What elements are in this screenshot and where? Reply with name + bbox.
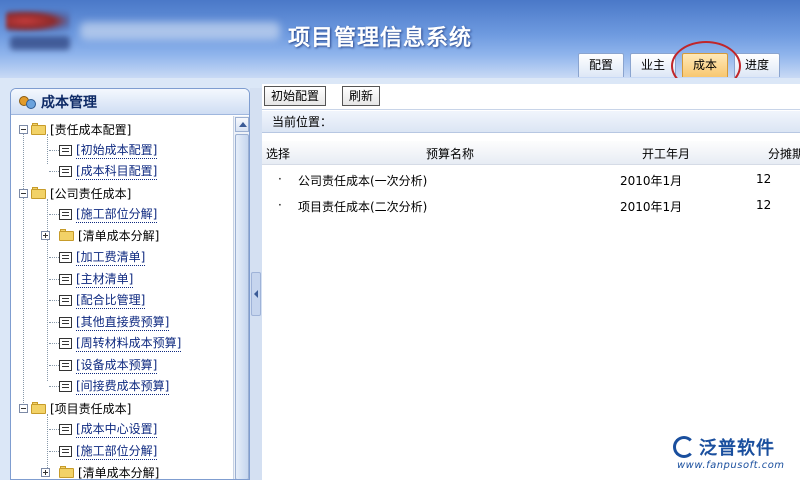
folder-icon xyxy=(31,123,47,135)
tree-item-label[interactable]: [其他直接费预算] xyxy=(76,313,170,331)
initial-config-button[interactable]: 初始配置 xyxy=(264,86,327,106)
sidebar-header: 成本管理 xyxy=(11,89,249,115)
tab-owner[interactable]: 业主 xyxy=(630,53,677,77)
table-row[interactable]: · 项目责任成本(二次分析) 2010年1月 12 xyxy=(262,193,800,219)
table-header: 选择 预算名称 开工年月 分摊期 xyxy=(262,141,800,165)
tree-item-label[interactable]: [主材清单] xyxy=(76,270,134,288)
refresh-button[interactable]: 刷新 xyxy=(342,86,381,106)
tree-item-label[interactable]: [成本科目配置] xyxy=(76,162,158,180)
tree-item-bill-cost-decomposition-2[interactable]: [清单成本分解] xyxy=(41,463,160,480)
start-date-cell: 2010年1月 xyxy=(620,200,683,214)
folder-icon xyxy=(31,187,47,199)
allocation-period-cell: 12 xyxy=(756,172,772,186)
document-icon xyxy=(59,445,72,457)
tree-item-project-responsibility-cost[interactable]: [项目责任成本] xyxy=(19,399,131,417)
scroll-up-arrow-icon[interactable] xyxy=(235,117,249,132)
tree-item-label[interactable]: [施工部位分解] xyxy=(76,205,158,223)
app-header: 项目管理信息系统 配置 业主 成本 进度 xyxy=(0,0,800,78)
fanpu-watermark: 泛普软件 www.fanpusoft.com xyxy=(669,432,800,480)
row-bullet: · xyxy=(278,172,282,186)
company-logo-subtext xyxy=(10,36,70,50)
toolbar: 初始配置 刷新 xyxy=(262,84,800,110)
cost-tree: [责任成本配置] [初始成本配置] [成本科目配置] [公司责任成本] [施工部… xyxy=(11,116,233,480)
sidebar-panel: 成本管理 [责任成本配置] [初始成本配置] [成本科目配置] [公司责任成本]… xyxy=(10,88,250,480)
document-icon xyxy=(59,423,72,435)
column-header-allocation-period[interactable]: 分摊期 xyxy=(768,145,800,162)
scroll-thumb[interactable] xyxy=(235,134,249,479)
document-icon xyxy=(59,165,72,177)
tree-item-turnover-material-cost-budget[interactable]: [周转材料成本预算] xyxy=(59,334,182,352)
tree-item-label: [公司责任成本] xyxy=(50,186,132,201)
sidebar-title: 成本管理 xyxy=(41,94,97,111)
tree-item-indirect-cost-budget[interactable]: [间接费成本预算] xyxy=(59,377,170,395)
tree-item-label[interactable]: [周转材料成本预算] xyxy=(76,334,182,352)
folder-icon xyxy=(31,402,47,414)
document-icon xyxy=(59,316,72,328)
tree-item-construction-part-decomposition-2[interactable]: [施工部位分解] xyxy=(59,442,158,460)
highlight-circle-annotation xyxy=(671,41,741,78)
collapse-icon[interactable] xyxy=(19,124,28,134)
blurred-company-name xyxy=(80,22,280,40)
document-icon xyxy=(59,337,72,349)
document-icon xyxy=(59,294,72,306)
tree-item-main-material-list[interactable]: [主材清单] xyxy=(59,270,134,288)
tree-item-responsibility-cost-config[interactable]: [责任成本配置] xyxy=(19,120,131,138)
tree-item-label[interactable]: [加工费清单] xyxy=(76,248,146,266)
watermark-url: www.fanpusoft.com xyxy=(677,460,785,471)
column-header-start-date[interactable]: 开工年月 xyxy=(642,145,690,162)
folder-icon xyxy=(59,466,75,478)
tree-item-bill-cost-decomposition[interactable]: [清单成本分解] xyxy=(41,226,159,244)
budget-name-cell[interactable]: 公司责任成本(一次分析) xyxy=(298,172,427,189)
tree-item-label: [清单成本分解] xyxy=(78,228,160,243)
tree-item-label[interactable]: [设备成本预算] xyxy=(76,356,158,374)
tab-config[interactable]: 配置 xyxy=(578,53,625,77)
tree-item-label[interactable]: [成本中心设置] xyxy=(76,420,158,438)
collapse-left-arrow-icon[interactable] xyxy=(251,272,261,316)
tree-item-cost-subject-config[interactable]: [成本科目配置] xyxy=(59,162,158,180)
tree-item-initial-cost-config[interactable]: [初始成本配置] xyxy=(59,141,158,159)
tree-item-construction-part-decomposition[interactable]: [施工部位分解] xyxy=(59,205,158,223)
document-icon xyxy=(59,359,72,371)
tree-item-label[interactable]: [间接费成本预算] xyxy=(76,377,170,395)
tree-item-mix-ratio-management[interactable]: [配合比管理] xyxy=(59,291,146,309)
document-icon xyxy=(59,208,72,220)
budget-name-cell[interactable]: 项目责任成本(二次分析) xyxy=(298,198,427,215)
tree-item-equipment-cost-budget[interactable]: [设备成本预算] xyxy=(59,356,158,374)
expand-icon[interactable] xyxy=(41,230,50,240)
collapse-icon[interactable] xyxy=(19,188,28,198)
tree-item-label[interactable]: [配合比管理] xyxy=(76,291,146,309)
tree-item-label: [清单成本分解] xyxy=(78,465,160,480)
document-icon xyxy=(59,144,72,156)
tree-item-label: [项目责任成本] xyxy=(50,401,132,416)
tree-item-label[interactable]: [初始成本配置] xyxy=(76,141,158,159)
column-header-budget-name[interactable]: 预算名称 xyxy=(426,145,474,162)
document-icon xyxy=(59,380,72,392)
tree-item-processing-fee-list[interactable]: [加工费清单] xyxy=(59,248,146,266)
cost-management-icon xyxy=(19,94,37,110)
start-date-cell: 2010年1月 xyxy=(620,174,683,188)
main-content: 初始配置 刷新 当前位置： 选择 预算名称 开工年月 分摊期 · 公司责任成本(… xyxy=(262,84,800,480)
watermark-name: 泛普软件 xyxy=(699,438,775,459)
tree-item-cost-center-setup[interactable]: [成本中心设置] xyxy=(59,420,158,438)
tree-item-other-direct-cost-budget[interactable]: [其他直接费预算] xyxy=(59,313,170,331)
fanpu-logo-icon xyxy=(673,436,695,458)
document-icon xyxy=(59,251,72,263)
sidebar-scrollbar[interactable] xyxy=(233,116,249,479)
expand-icon[interactable] xyxy=(41,467,50,477)
tree-item-company-responsibility-cost[interactable]: [公司责任成本] xyxy=(19,184,131,202)
company-logo xyxy=(6,10,70,32)
allocation-period-cell: 12 xyxy=(756,198,772,212)
tree-item-label[interactable]: [施工部位分解] xyxy=(76,442,158,460)
system-title: 项目管理信息系统 xyxy=(288,26,473,51)
column-header-select[interactable]: 选择 xyxy=(266,145,290,162)
tree-item-label: [责任成本配置] xyxy=(50,122,132,137)
row-bullet: · xyxy=(278,198,282,212)
document-icon xyxy=(59,273,72,285)
breadcrumb: 当前位置： xyxy=(262,111,800,133)
table-row[interactable]: · 公司责任成本(一次分析) 2010年1月 12 xyxy=(262,167,800,193)
folder-icon xyxy=(59,229,75,241)
collapse-icon[interactable] xyxy=(19,403,28,413)
